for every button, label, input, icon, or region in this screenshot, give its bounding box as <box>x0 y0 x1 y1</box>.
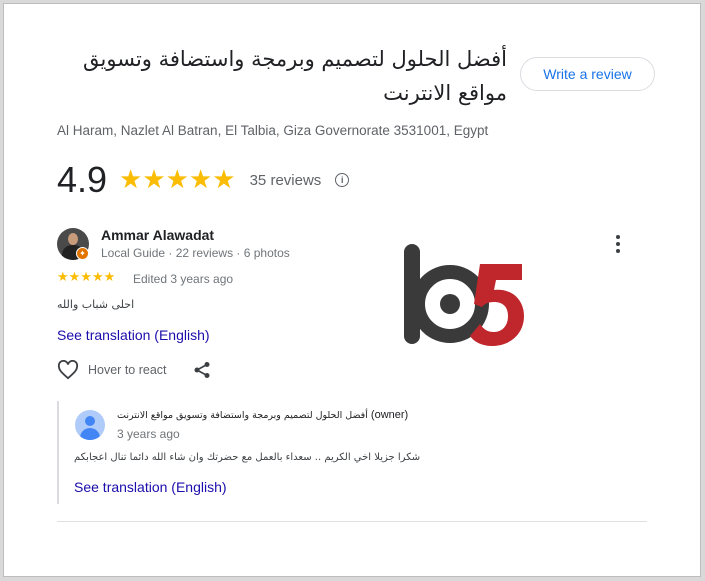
rating-stars: ★★★★★ <box>119 165 236 195</box>
write-review-button[interactable]: Write a review <box>520 57 655 91</box>
reviews-count-link[interactable]: 35 reviews <box>250 172 322 189</box>
owner-see-translation-link[interactable]: See translation (English) <box>74 479 227 495</box>
owner-tag: (owner) <box>370 409 409 421</box>
review-panel: أفضل الحلول لتصميم وبرمجة واستضافة وتسوي… <box>3 3 701 577</box>
reviewer-name[interactable]: Ammar Alawadat <box>101 227 214 243</box>
review-edited-time: Edited 3 years ago <box>133 272 234 286</box>
owner-reply-text: شكرا جزيلا اخي الكريم .. سعداء بالعمل مع… <box>74 452 421 463</box>
average-rating: 4.9 <box>57 159 108 200</box>
info-icon[interactable]: i <box>335 173 350 187</box>
local-guide-badge-icon: ✦ <box>76 247 89 260</box>
see-translation-link[interactable]: See translation (English) <box>57 327 210 343</box>
business-title: أفضل الحلول لتصميم وبرمجة واستضافة وتسوي… <box>83 47 507 105</box>
share-icon[interactable] <box>193 361 211 379</box>
review-text: احلى شباب والله <box>57 298 135 311</box>
owner-name: أفضل الحلول لتصميم وبرمجة واستضافة وتسوي… <box>117 410 368 421</box>
react-label: Hover to react <box>88 363 167 377</box>
owner-reply-divider <box>57 401 59 504</box>
review-divider <box>57 521 647 522</box>
react-button[interactable]: Hover to react <box>57 360 167 380</box>
b5-logo-watermark <box>404 244 524 346</box>
owner-name-line: أفضل الحلول لتصميم وبرمجة واستضافة وتسوي… <box>117 409 408 421</box>
business-address: Al Haram, Nazlet Al Batran, El Talbia, G… <box>57 123 489 138</box>
owner-avatar <box>75 410 105 440</box>
rating-summary: 4.9 ★★★★★ 35 reviews i <box>57 159 350 201</box>
reviewer-meta: Local Guide · 22 reviews · 6 photos <box>101 246 290 260</box>
more-vert-icon[interactable] <box>614 235 622 253</box>
owner-reply-time: 3 years ago <box>117 427 180 441</box>
heart-outline-icon <box>57 360 79 380</box>
review-stars: ★★★★★ <box>57 270 116 285</box>
